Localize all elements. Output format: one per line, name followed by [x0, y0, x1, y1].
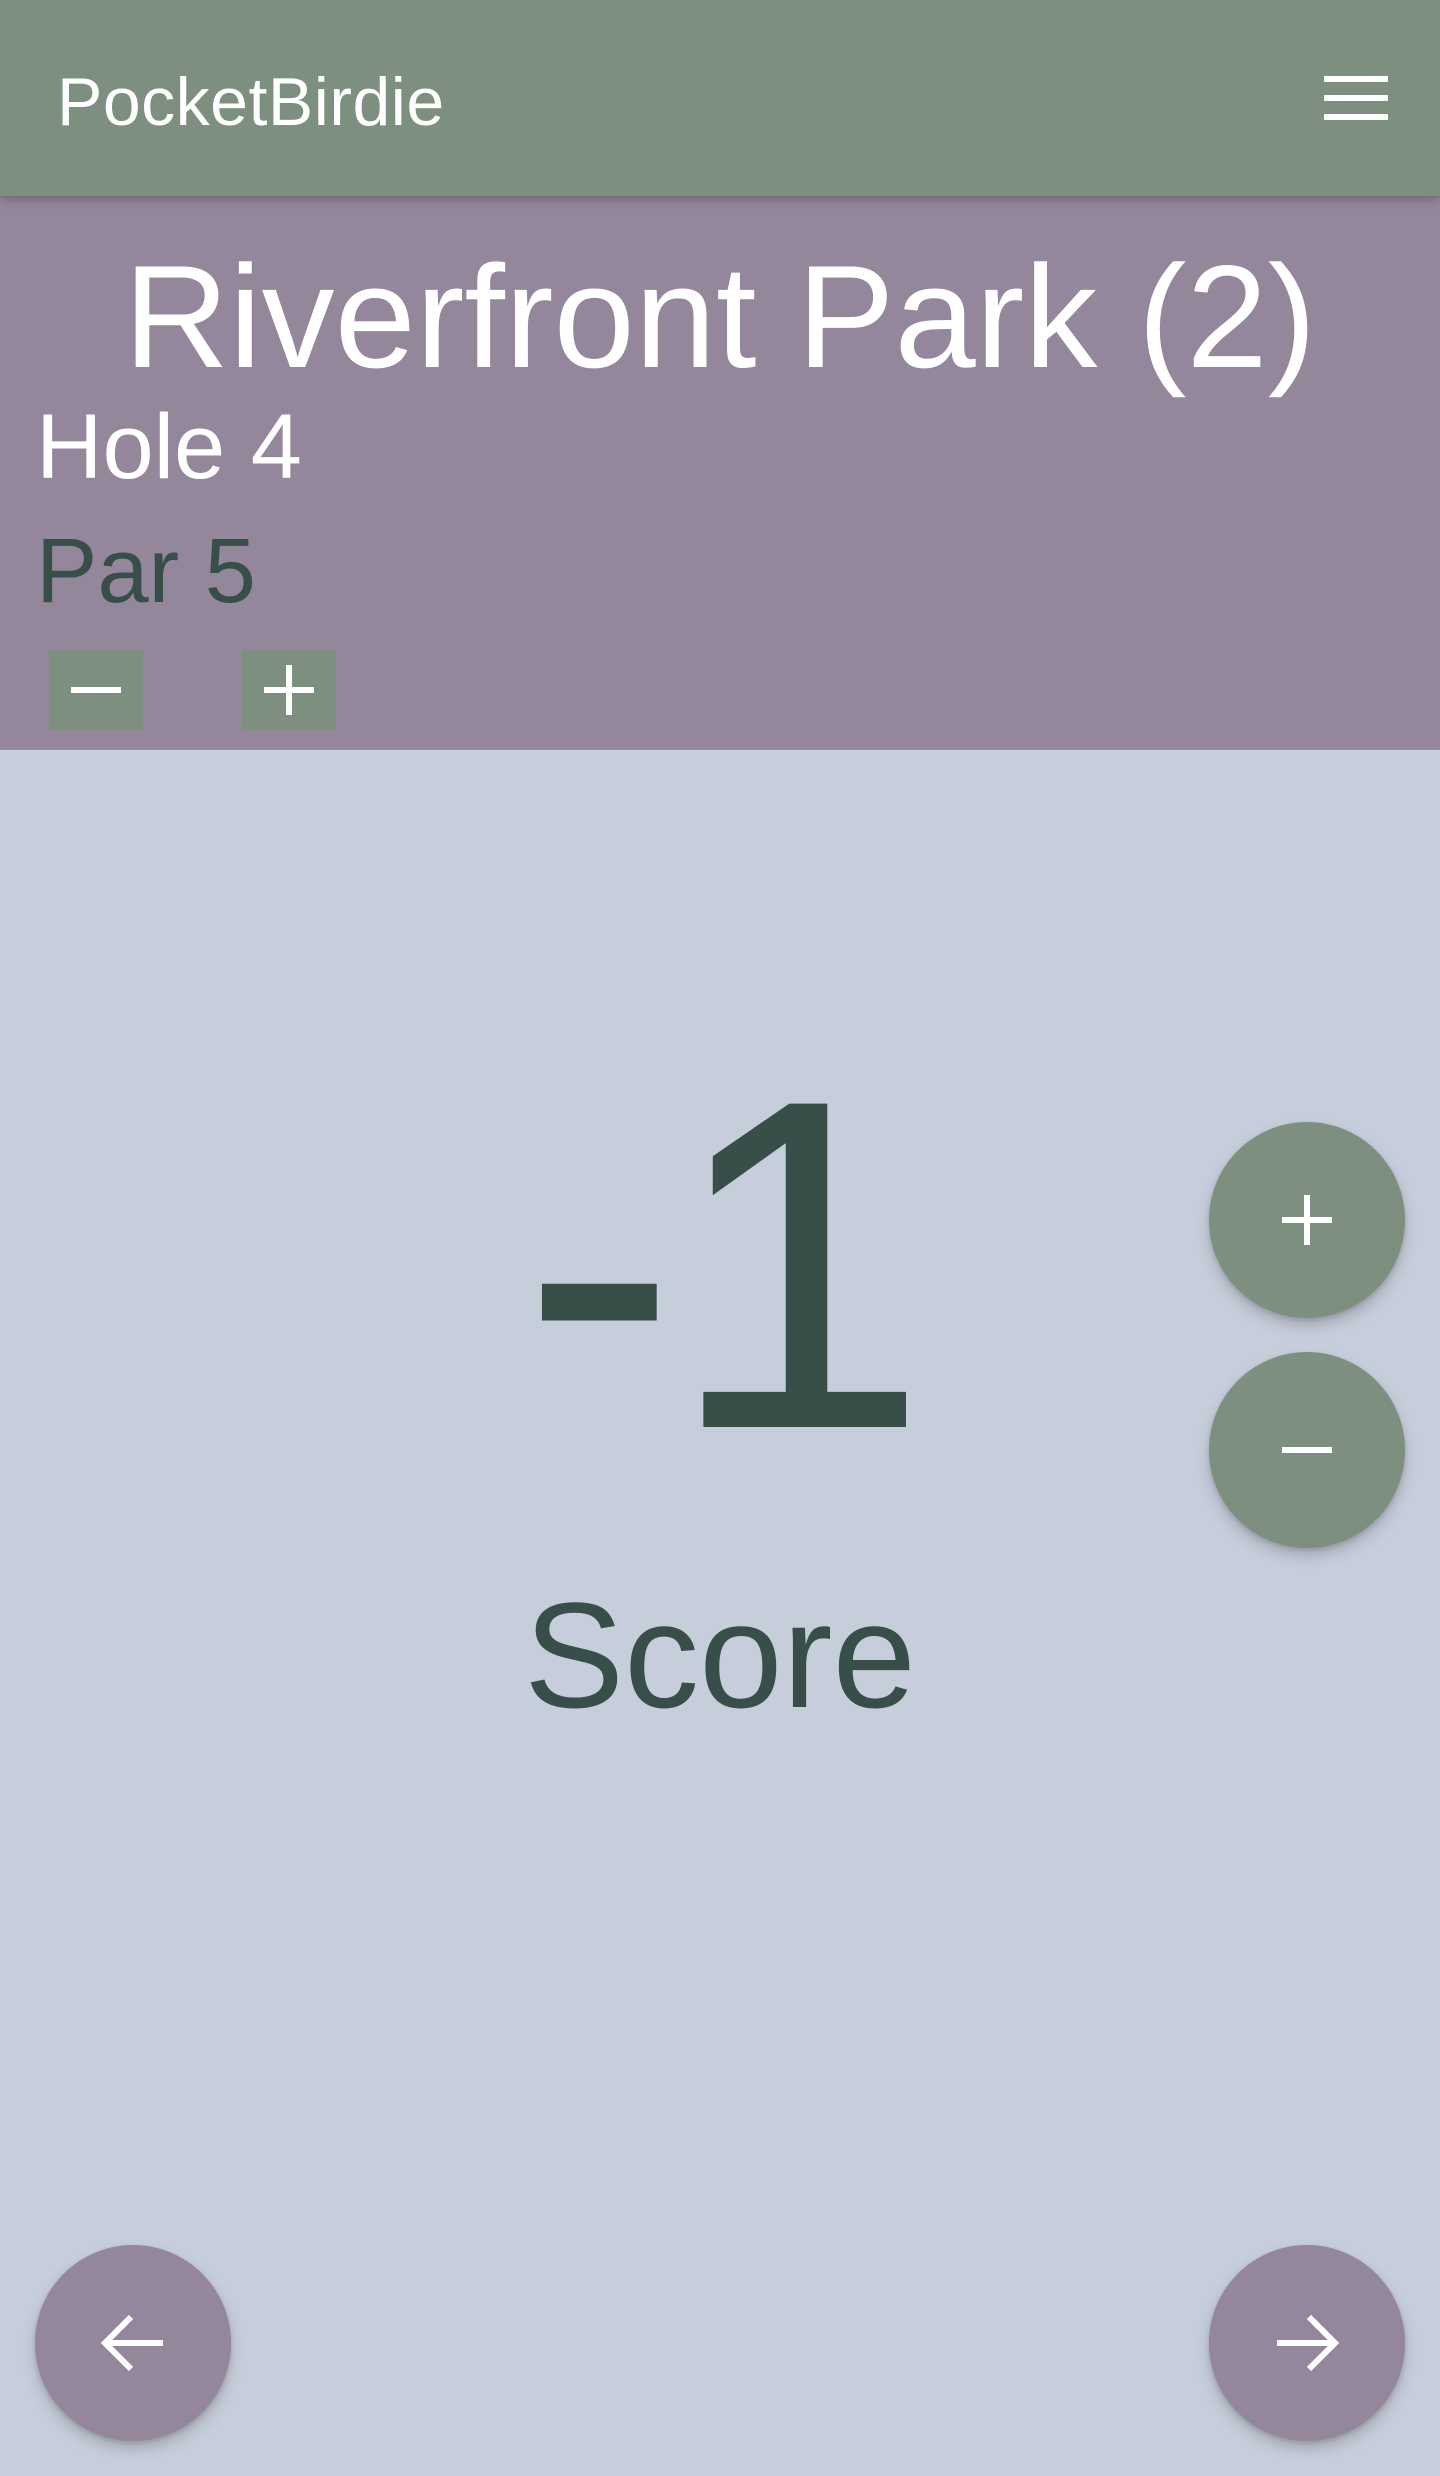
hole-label: Hole 4 [36, 396, 302, 498]
score-increase-button[interactable] [1209, 1122, 1405, 1318]
score-decrease-button[interactable] [1209, 1352, 1405, 1548]
app-title: PocketBirdie [57, 64, 445, 140]
app-root: PocketBirdie Riverfront Park (2) Hole 4 … [0, 0, 1440, 2476]
plus-icon [264, 665, 314, 715]
previous-hole-button[interactable] [35, 2245, 231, 2441]
minus-icon [1282, 1447, 1332, 1453]
minus-icon [71, 687, 121, 693]
arrow-right-icon [1277, 2314, 1340, 2372]
par-decrease-button[interactable] [49, 650, 143, 730]
course-name: Riverfront Park (2) [123, 235, 1317, 398]
app-bar: PocketBirdie [0, 0, 1440, 196]
par-label: Par 5 [36, 520, 256, 622]
arrow-left-icon [100, 2314, 163, 2372]
score-label: Score [524, 1571, 916, 1739]
par-increase-button[interactable] [242, 650, 336, 730]
course-header: Riverfront Park (2) Hole 4 Par 5 [0, 196, 1440, 750]
menu-button[interactable] [1300, 58, 1410, 138]
plus-icon [1282, 1195, 1332, 1245]
next-hole-button[interactable] [1209, 2245, 1405, 2441]
